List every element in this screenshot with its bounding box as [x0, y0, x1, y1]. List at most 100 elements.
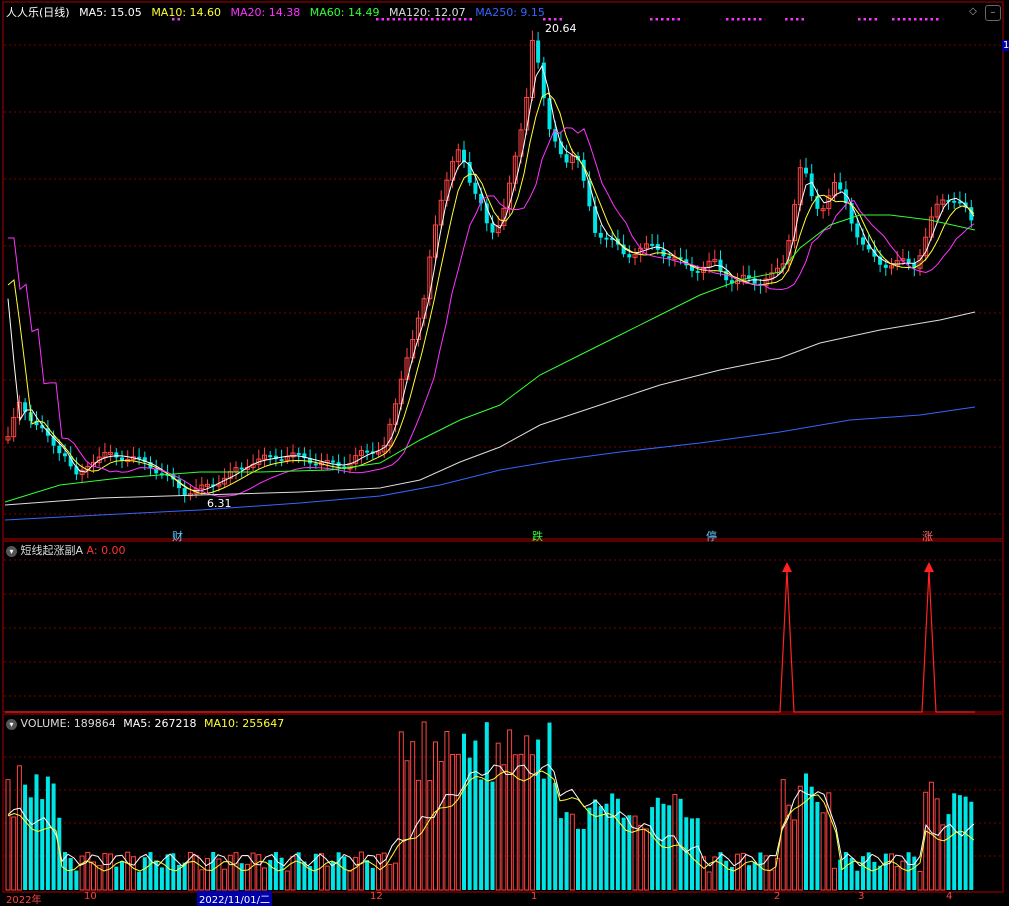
candle-body-down: [598, 232, 603, 238]
volume-bar-up: [5, 779, 11, 891]
volume-bar-up: [820, 812, 826, 891]
volume-bar-up: [524, 735, 530, 891]
grid-lines: [4, 44, 1002, 857]
date-axis-10: 10: [84, 891, 97, 902]
volume-bar-up: [11, 816, 17, 891]
signal-dot: [655, 18, 658, 21]
chart-title: 人人乐(日线): [6, 6, 70, 19]
signal-dot: [672, 18, 675, 21]
volume-bar-down: [490, 781, 495, 890]
signal-dot: [677, 18, 680, 21]
volume-bar-up: [347, 870, 353, 891]
candle-body-down: [182, 488, 187, 496]
volume-bar-down: [952, 793, 957, 890]
ma5-line: [7, 64, 975, 492]
volume-bar-down: [74, 870, 79, 890]
ma10-label: MA10: 14.60: [151, 6, 222, 19]
ma20-line: [8, 127, 975, 497]
diamond-icon[interactable]: ◇: [966, 5, 980, 19]
volume-bar-up: [934, 798, 940, 891]
volume-bar-down: [120, 861, 124, 890]
candle-body-down: [838, 182, 843, 190]
chevron-down-icon[interactable]: ▾: [6, 719, 17, 730]
chart-canvas[interactable]: [0, 0, 1009, 902]
volume-bar-down: [365, 860, 370, 890]
volume-bar-up: [780, 779, 786, 891]
volume-bar-down: [68, 857, 73, 890]
signal-dot: [908, 18, 911, 21]
volume-bar-down: [23, 784, 28, 890]
chevron-down-icon[interactable]: ▾: [6, 546, 17, 557]
volume-bar-up: [216, 858, 222, 891]
signal-arrow: [924, 562, 934, 572]
indicator-series: [5, 562, 975, 713]
volume-bar-down: [576, 828, 580, 890]
candle-body-down: [752, 278, 757, 284]
indicator-value: A: 0.00: [86, 544, 126, 557]
volume-bar-down: [695, 818, 700, 890]
volume-bar-down: [872, 861, 877, 890]
signal-dot: [914, 18, 917, 21]
volume-bar-up: [735, 853, 741, 891]
volume-bar-up: [501, 764, 507, 891]
volume-bar-down: [758, 852, 763, 890]
candle-body-down: [804, 167, 808, 174]
volume-bar-down: [815, 801, 820, 890]
signal-arrow: [782, 562, 792, 572]
volume-bar-up: [940, 824, 946, 891]
volume-bar-down: [724, 860, 729, 890]
signal-dot: [919, 18, 922, 21]
signal-dot: [554, 18, 557, 21]
candle-body-down: [952, 200, 957, 203]
signal-dot: [737, 18, 740, 21]
volume-bar-down: [137, 871, 142, 890]
volume-bar-up: [284, 870, 290, 891]
volume-bar-down: [336, 852, 341, 890]
volume-bar-down: [28, 797, 33, 890]
candle-body-down: [650, 243, 655, 246]
volume-bar-up: [244, 863, 250, 891]
volume-bar-down: [34, 774, 39, 890]
candlestick-series: [5, 30, 974, 503]
candle-body-down: [63, 453, 67, 457]
volume-bar-up: [324, 865, 330, 891]
marker-zhang: 涨: [922, 530, 933, 543]
high-price-label: 20.64: [545, 22, 577, 35]
signal-dot: [559, 18, 562, 21]
signal-dot: [790, 18, 793, 21]
volume-bar-down: [558, 818, 563, 890]
date-axis-3: 3: [858, 891, 865, 902]
volume-bar-up: [444, 731, 450, 891]
main-legend: 人人乐(日线) MA5: 15.05 MA10: 14.60 MA20: 14.…: [6, 6, 551, 20]
candle-body-down: [473, 182, 478, 194]
volume-value: VOLUME: 189864: [20, 717, 116, 730]
volume-bar-down: [553, 782, 558, 890]
indicator-legend: ▾ 短线起涨副A A: 0.00: [6, 544, 126, 558]
volume-bar-up: [917, 870, 923, 891]
indicator-name: 短线起涨副A: [20, 544, 84, 557]
signal-dot: [742, 18, 745, 21]
minimize-icon[interactable]: –: [985, 5, 1001, 21]
volume-bar-up: [410, 741, 416, 891]
volume-bar-down: [484, 722, 489, 890]
volume-bar-down: [747, 865, 751, 890]
volume-bar-down: [627, 815, 632, 890]
marker-ting: 停: [706, 530, 717, 543]
volume-bar-down: [165, 854, 170, 890]
volume-bar-down: [462, 733, 466, 890]
signal-dot: [666, 18, 669, 21]
signal-dot: [650, 18, 653, 21]
signal-dot: [753, 18, 756, 21]
volume-bar-down: [279, 857, 284, 890]
candle-body-down: [536, 40, 541, 63]
candle-body-down: [667, 256, 672, 259]
candle-body-down: [330, 460, 335, 463]
volume-bar-down: [211, 852, 216, 890]
volume-bar-up: [672, 794, 678, 891]
volume-bar-up: [319, 853, 324, 891]
signal-dot: [858, 18, 861, 21]
volume-bar-down: [963, 796, 968, 890]
candle-body-down: [296, 452, 301, 455]
volume-bar-down: [541, 778, 546, 890]
volume-bar-down: [564, 812, 569, 890]
